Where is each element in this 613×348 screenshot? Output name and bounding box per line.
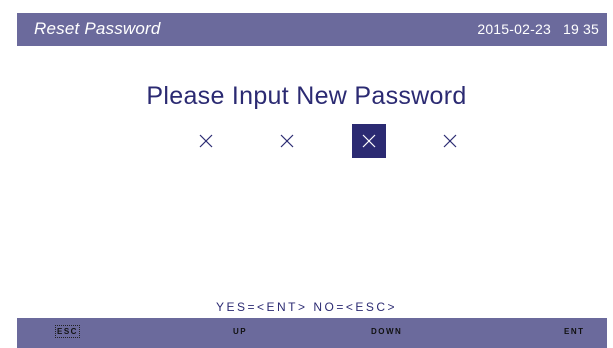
title-bar: Reset Password 2015-02-23 19 35 [17,13,607,46]
down-key[interactable]: DOWN [371,327,402,336]
x-mark-icon [280,134,294,148]
x-mark-icon [443,134,457,148]
function-key-bar: ESC UP DOWN ENT [17,318,607,348]
ent-key[interactable]: ENT [564,327,585,336]
screen-title: Reset Password [34,19,161,38]
up-key[interactable]: UP [233,327,247,336]
password-prompt-heading: Please Input New Password [146,82,467,110]
esc-key[interactable]: ESC [55,325,80,338]
x-mark-icon [362,134,376,148]
x-mark-icon [199,134,213,148]
confirm-hint: YES=<ENT> NO=<ESC> [215,300,398,314]
date-display: 2015-02-23 [477,21,551,37]
password-digit-slot-4[interactable] [433,124,467,158]
datetime-display: 2015-02-23 19 35 [477,21,599,37]
time-display: 19 35 [562,21,599,37]
password-digit-slot-3[interactable] [352,124,386,158]
password-digit-slot-1[interactable] [189,124,223,158]
password-digit-slot-2[interactable] [270,124,304,158]
